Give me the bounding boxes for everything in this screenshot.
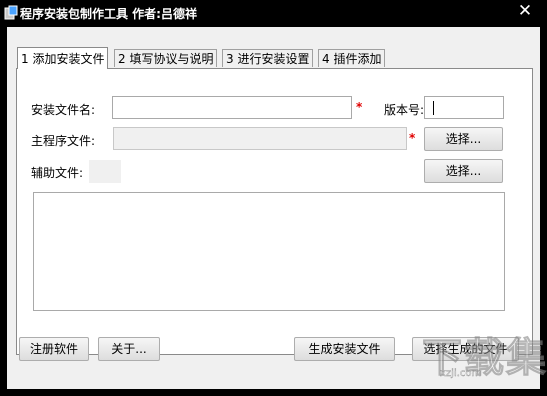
tab-panel: 安装文件名: * 版本号: 主程序文件: * 选择... 辅助文件: 选择... xyxy=(16,68,533,355)
main-program-input[interactable] xyxy=(113,127,407,150)
generate-install-button[interactable]: 生成安装文件 xyxy=(294,337,395,361)
version-label: 版本号: xyxy=(384,103,425,117)
tab-install-settings[interactable]: 3 进行安装设置 xyxy=(222,49,314,67)
title-bar: 程序安装包制作工具 作者:吕德祥 ✕ xyxy=(0,0,547,26)
aux-files-spacer xyxy=(89,160,121,183)
tab-add-install-files[interactable]: 1 添加安装文件 xyxy=(17,47,109,69)
choose-generated-file-button[interactable]: 选择生成的文件 xyxy=(412,337,519,361)
about-button[interactable]: 关于... xyxy=(98,337,160,361)
tab-agreement-notes[interactable]: 2 填写协议与说明 xyxy=(114,49,218,67)
aux-files-list[interactable] xyxy=(33,192,505,311)
main-program-label: 主程序文件: xyxy=(31,134,96,148)
required-mark: * xyxy=(409,131,416,145)
text-caret xyxy=(433,101,434,115)
required-mark: * xyxy=(356,100,363,114)
close-icon[interactable]: ✕ xyxy=(515,1,535,21)
version-input[interactable] xyxy=(424,96,504,119)
install-name-input[interactable] xyxy=(112,96,352,119)
main-window-client: 1 添加安装文件 2 填写协议与说明 3 进行安装设置 4 插件添加 安装文件名… xyxy=(7,27,540,389)
installer-app-icon xyxy=(4,5,18,20)
browse-main-program-button[interactable]: 选择... xyxy=(424,127,503,151)
register-button[interactable]: 注册软件 xyxy=(19,337,89,361)
tab-plugins[interactable]: 4 插件添加 xyxy=(318,49,386,67)
aux-files-label: 辅助文件: xyxy=(31,166,84,180)
window-title: 程序安装包制作工具 作者:吕德祥 xyxy=(20,7,197,21)
browse-aux-files-button[interactable]: 选择... xyxy=(424,159,503,183)
install-name-label: 安装文件名: xyxy=(31,103,96,117)
